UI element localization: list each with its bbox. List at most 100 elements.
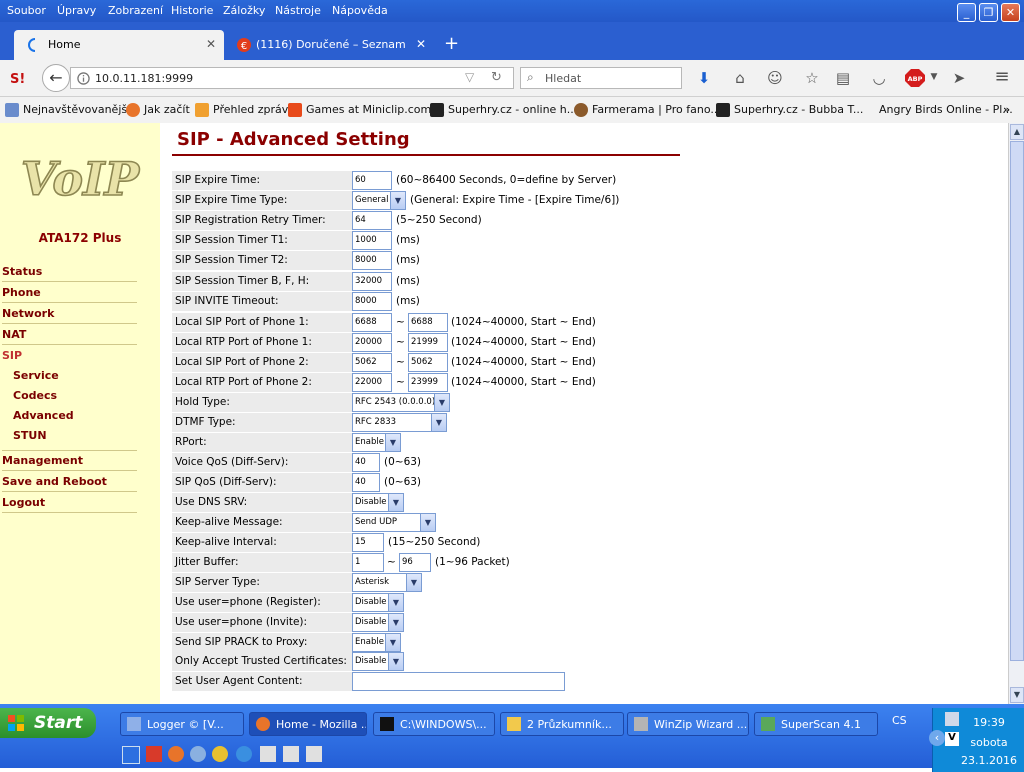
local-sip-port-phone2-start-input[interactable]: 5062 [352,353,392,372]
bookmark-superhry-2[interactable]: Superhry.cz - Bubba T... [716,103,863,117]
chevron-left-icon[interactable]: ‹ [929,730,945,746]
scroll-down-icon[interactable]: ▼ [1010,687,1024,703]
nav-nat[interactable]: NAT [2,328,137,345]
task-winzip[interactable]: WinZip Wizard ... [627,712,749,736]
scroll-up-icon[interactable]: ▲ [1010,124,1024,140]
nav-sip-service[interactable]: Service [13,369,133,385]
bookmark-most-visited[interactable]: Nejnavštěvovanější [5,103,130,117]
local-rtp-port-phone2-end-input[interactable]: 23999 [408,373,448,392]
sip-session-timer-t1-input[interactable]: 1000 [352,231,392,250]
nav-sip-codecs[interactable]: Codecs [13,389,133,405]
local-rtp-port-phone1-start-input[interactable]: 20000 [352,333,392,352]
internet-explorer-icon[interactable] [236,746,252,762]
task-firefox[interactable]: Home - Mozilla ... [249,712,367,736]
network-tray-icon[interactable] [945,712,959,726]
tab-close-icon[interactable]: ✕ [206,37,216,51]
bookmark-getting-started[interactable]: Jak začít [126,103,190,117]
firefox-icon[interactable] [168,746,184,762]
local-sip-port-phone2-end-input[interactable]: 5062 [408,353,448,372]
close-window-button[interactable]: ✕ [1001,3,1020,22]
calculator-icon[interactable] [306,746,322,762]
local-rtp-port-phone1-end-input[interactable]: 21999 [408,333,448,352]
hold-type-select[interactable]: RFC 2543 (0.0.0.0) ▼ [352,393,450,412]
quick-launch-icon[interactable] [146,746,162,762]
sip-qos-input[interactable]: 40 [352,473,380,492]
sip-session-timer-bfh-input[interactable]: 32000 [352,272,392,291]
show-desktop-icon[interactable] [122,746,140,764]
chevron-down-icon[interactable]: ▼ [925,72,943,82]
keep-alive-message-select[interactable]: Send UDP ▼ [352,513,436,532]
rport-select[interactable]: Enable ▼ [352,433,401,452]
use-dns-srv-select[interactable]: Disable ▼ [352,493,404,512]
menu-history[interactable]: Historie [171,4,213,17]
menu-bookmarks[interactable]: Záložky [223,4,265,17]
menu-help[interactable]: Nápověda [332,4,388,17]
nav-sip-stun[interactable]: STUN [13,429,133,445]
nav-phone[interactable]: Phone [2,286,137,303]
jitter-buffer-max-input[interactable]: 96 [399,553,431,572]
tray-app-icon[interactable]: V [945,732,959,746]
dropdown-arrow-icon[interactable]: ▽ [465,70,474,84]
menu-edit[interactable]: Úpravy [57,4,96,17]
scroll-thumb[interactable] [1010,141,1024,661]
sip-expire-time-input[interactable]: 60 [352,171,392,190]
home-icon[interactable]: ⌂ [731,69,749,87]
superhry-icon[interactable]: S! [10,70,28,86]
sip-server-type-select[interactable]: Asterisk ▼ [352,573,422,592]
tab-home[interactable]: Home ✕ [14,30,224,60]
nav-logout[interactable]: Logout [2,496,137,513]
network-icon[interactable] [190,746,206,762]
bookmarks-overflow-icon[interactable]: » [1003,103,1010,116]
bookmark-superhry-1[interactable]: Superhry.cz - online h... [430,103,577,117]
task-cmd[interactable]: C:\WINDOWS\... [373,712,495,736]
search-box[interactable]: ⌕ Hledat [520,67,682,89]
reload-icon[interactable]: ↻ [491,70,502,85]
minimize-button[interactable]: _ [957,3,976,22]
user-agent-content-input[interactable] [352,672,565,691]
window-icon[interactable] [283,746,299,762]
send-icon[interactable]: ➤ [950,69,968,87]
tab-close-icon[interactable]: ✕ [416,37,426,51]
download-icon[interactable]: ⬇ [695,69,713,87]
nav-save-and-reboot[interactable]: Save and Reboot [2,475,137,492]
user-phone-invite-select[interactable]: Disable ▼ [352,613,404,632]
menu-view[interactable]: Zobrazení [108,4,163,17]
task-logger[interactable]: Logger © [V... [120,712,244,736]
dtmf-type-select[interactable]: RFC 2833 ▼ [352,413,447,432]
nav-management[interactable]: Management [2,450,137,471]
nav-sip[interactable]: SIP [2,349,137,365]
restore-button[interactable]: ❐ [979,3,998,22]
user-phone-register-select[interactable]: Disable ▼ [352,593,404,612]
bookmark-news-feed[interactable]: Přehled zpráv [195,103,288,117]
task-explorer[interactable]: 2 Průzkumník... [500,712,624,736]
menu-tools[interactable]: Nástroje [275,4,321,17]
nav-network[interactable]: Network [2,307,137,324]
nav-status[interactable]: Status [2,265,137,282]
send-sip-prack-select[interactable]: Enable ▼ [352,633,401,652]
bookmark-farmerama[interactable]: Farmerama | Pro fano... [574,103,721,117]
sip-invite-timeout-input[interactable]: 8000 [352,292,392,311]
local-rtp-port-phone2-start-input[interactable]: 22000 [352,373,392,392]
star-icon[interactable]: ☆ [803,69,821,87]
pocket-icon[interactable]: ◡ [870,69,888,87]
sip-expire-time-type-select[interactable]: General ▼ [352,191,406,210]
bookmark-angry-birds[interactable]: Angry Birds Online - Pl... [879,103,1013,116]
sip-registration-retry-timer-input[interactable]: 64 [352,211,392,230]
media-icon[interactable] [212,746,228,762]
sip-session-timer-t2-input[interactable]: 8000 [352,251,392,270]
address-bar[interactable]: 10.0.11.181:9999 ▽ ↻ [70,67,514,89]
window-icon[interactable] [260,746,276,762]
adblock-icon[interactable]: ABP [905,69,925,87]
reading-list-icon[interactable]: ▤ [834,69,852,87]
trusted-certificates-select[interactable]: Disable ▼ [352,652,404,671]
language-indicator[interactable]: CS [892,714,907,727]
bookmark-miniclip[interactable]: Games at Miniclip.com ... [288,103,445,117]
vertical-scrollbar[interactable]: ▲ ▼ [1008,123,1024,704]
smiley-icon[interactable]: ☺ [766,69,784,87]
jitter-buffer-min-input[interactable]: 1 [352,553,384,572]
clock-time[interactable]: 19:39 [959,716,1019,729]
back-button[interactable]: ← [42,64,70,92]
task-superscan[interactable]: SuperScan 4.1 [754,712,878,736]
new-tab-button[interactable]: + [444,33,459,54]
tab-seznam-email[interactable]: € (1116) Doručené – Seznam E... ✕ [226,30,434,60]
